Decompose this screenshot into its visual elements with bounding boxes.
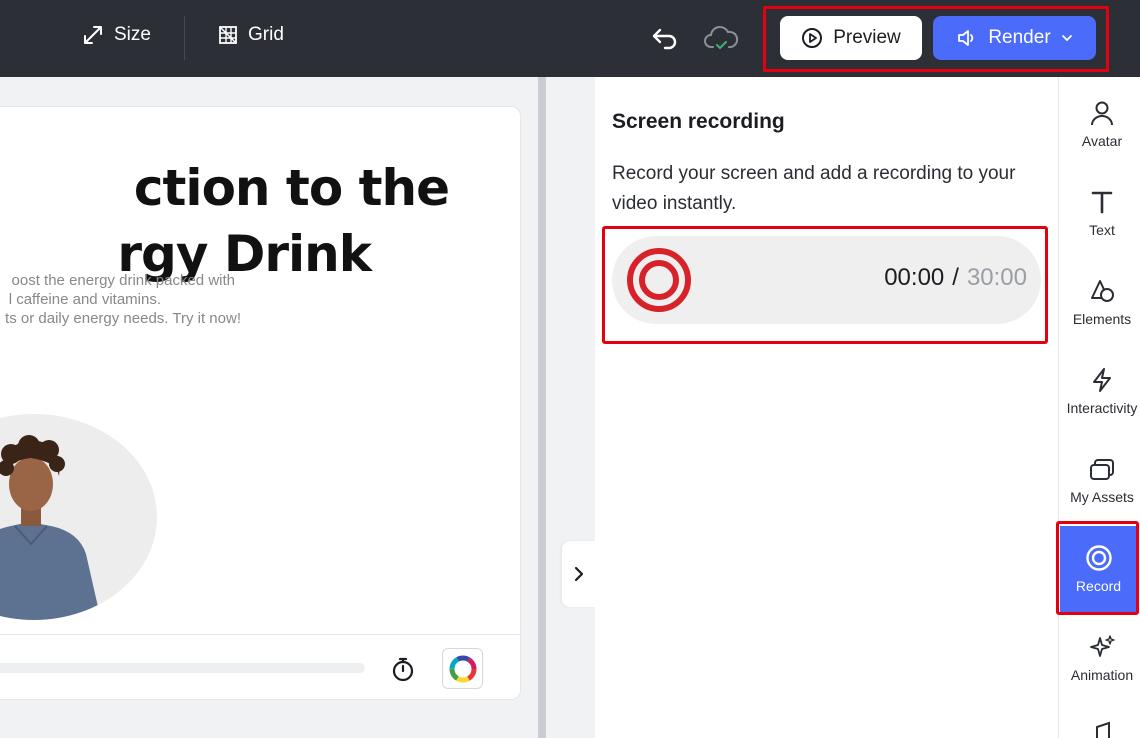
music-note-icon xyxy=(1096,721,1110,738)
top-toolbar: Size Grid Preview Render xyxy=(0,0,1140,77)
record-icon xyxy=(627,248,691,312)
rail-item-my-assets[interactable]: My Assets xyxy=(1059,437,1140,523)
rail-item-label: My Assets xyxy=(1070,489,1134,505)
presenter-figure xyxy=(0,435,101,620)
slide-body-line-1: oost the energy drink packed with xyxy=(11,272,235,289)
rail-item-text[interactable]: Text xyxy=(1059,170,1140,256)
cloud-check-icon xyxy=(704,26,739,50)
rail-item-label: Elements xyxy=(1072,311,1132,327)
slide-title[interactable]: ction to the rgy Drink xyxy=(0,155,461,287)
time-separator: / xyxy=(952,264,959,291)
undo-button[interactable] xyxy=(647,20,683,56)
timer-button[interactable] xyxy=(389,655,417,683)
grid-label: Grid xyxy=(248,24,284,45)
color-wheel-icon xyxy=(449,655,476,682)
slide-body-text[interactable]: oost the energy drink packed with l caff… xyxy=(0,271,241,328)
slide-card: ction to the rgy Drink oost the energy d… xyxy=(0,106,521,700)
canvas-scrollbar[interactable] xyxy=(538,77,546,738)
sparkle-icon xyxy=(1088,633,1116,661)
rail-item-elements[interactable]: Elements xyxy=(1059,259,1140,345)
text-icon xyxy=(1088,188,1116,216)
play-circle-icon xyxy=(802,28,823,48)
recorder-bar: 00:00 / 30:00 xyxy=(612,236,1041,324)
size-label: Size xyxy=(114,24,151,45)
rail-item-label: Text xyxy=(1089,222,1115,238)
right-tool-rail: Avatar Text Elements Interactivity My As… xyxy=(1056,77,1140,738)
slide-body-line-3: ts or daily energy needs. Try it now! xyxy=(5,310,241,327)
preview-label: Preview xyxy=(833,27,901,48)
rail-item-label: Interactivity xyxy=(1066,400,1138,416)
collapse-panel-button[interactable] xyxy=(562,541,595,607)
highlight-frame-record xyxy=(1056,521,1139,615)
timeline-progress[interactable] xyxy=(0,663,365,673)
size-button[interactable]: Size xyxy=(82,24,151,46)
undo-icon xyxy=(652,28,677,50)
rail-item-animation[interactable]: Animation xyxy=(1059,615,1140,701)
cloud-saved-status xyxy=(703,20,739,56)
slide-body-line-2: l caffeine and vitamins. xyxy=(8,291,161,308)
preview-button[interactable]: Preview xyxy=(780,16,922,60)
panel-description: Record your screen and add a recording t… xyxy=(612,163,1016,214)
rail-item-label: Avatar xyxy=(1081,133,1123,149)
render-button[interactable]: Render xyxy=(933,16,1096,60)
panel-title: Screen recording xyxy=(612,110,785,133)
chevron-right-icon xyxy=(574,566,583,582)
screen-recording-panel: Screen recording Record your screen and … xyxy=(595,77,1058,738)
time-limit: 30:00 xyxy=(966,264,1027,291)
rail-item-avatar[interactable]: Avatar xyxy=(1059,81,1140,167)
recording-timer: 00:00 / 30:00 xyxy=(884,264,1027,292)
color-picker-button[interactable] xyxy=(442,648,483,689)
canvas-footer xyxy=(0,634,520,699)
grid-icon xyxy=(219,26,237,44)
folder-stack-icon xyxy=(1088,455,1116,483)
editor-canvas-area: ction to the rgy Drink oost the energy d… xyxy=(0,77,538,738)
grid-button[interactable]: Grid xyxy=(218,24,284,46)
lightning-icon xyxy=(1088,366,1116,394)
presenter-avatar[interactable] xyxy=(0,414,157,620)
panel-gutter xyxy=(546,77,595,738)
resize-icon xyxy=(84,26,102,44)
shapes-icon xyxy=(1088,277,1116,305)
start-recording-button[interactable] xyxy=(626,247,692,313)
speaker-icon xyxy=(958,30,974,46)
stopwatch-icon xyxy=(392,657,414,682)
toolbar-divider xyxy=(184,16,185,60)
rail-item-more[interactable] xyxy=(1093,721,1113,738)
rail-item-interactivity[interactable]: Interactivity xyxy=(1059,348,1140,434)
elapsed-time: 00:00 xyxy=(884,264,945,291)
chevron-down-icon xyxy=(1061,35,1072,42)
person-icon xyxy=(1088,99,1116,127)
slide-title-line-1: ction to the xyxy=(133,159,450,217)
rail-item-label: Animation xyxy=(1070,667,1134,683)
render-label: Render xyxy=(988,27,1051,48)
slide-canvas[interactable]: ction to the rgy Drink oost the energy d… xyxy=(0,107,520,633)
